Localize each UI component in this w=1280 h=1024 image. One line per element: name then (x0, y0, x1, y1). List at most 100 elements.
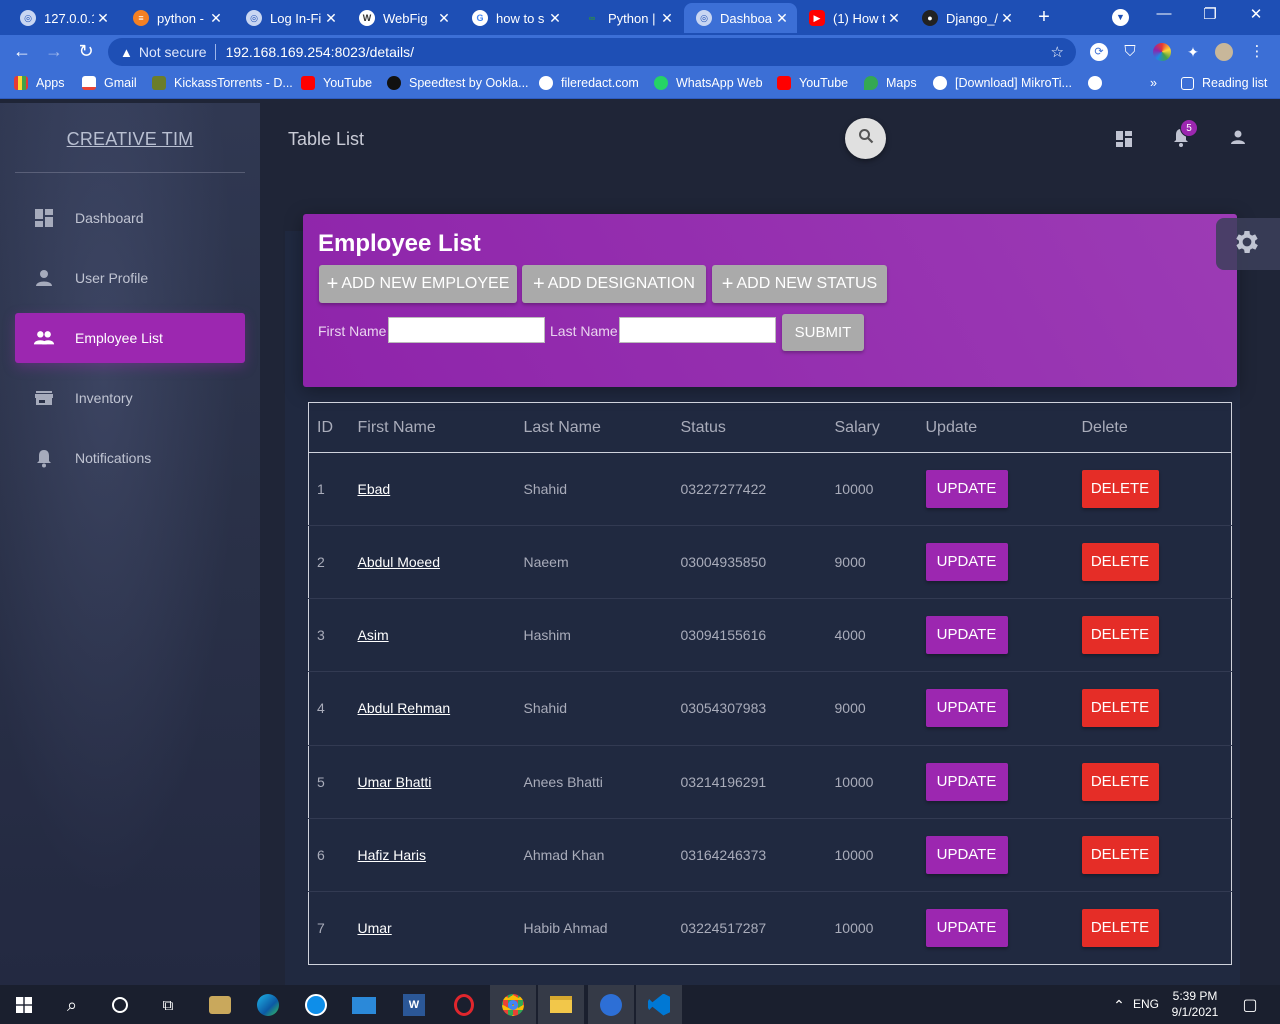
tab-search-icon[interactable]: ▼ (1112, 9, 1129, 26)
address-bar[interactable]: ▲ Not secure 192.168.169.254:8023/detail… (108, 38, 1076, 66)
employee-name-link[interactable]: Abdul Moeed (358, 554, 441, 570)
first-name-input[interactable] (388, 317, 545, 343)
reload-icon[interactable]: ↻ (75, 41, 97, 62)
bookmark-fileredact[interactable]: fileredact.com (539, 76, 639, 90)
bookmark-kickass[interactable]: KickassTorrents - D... (152, 76, 293, 90)
close-icon[interactable]: ✕ (658, 10, 676, 27)
update-button[interactable]: UPDATE (925, 543, 1008, 582)
bookmark-youtube[interactable]: YouTube (301, 76, 372, 90)
teamviewer-icon[interactable] (301, 990, 331, 1020)
add-designation-button[interactable]: + ADD DESIGNATION (522, 265, 706, 303)
employee-name-link[interactable]: Ebad (358, 481, 391, 497)
bookmark-apps[interactable]: Apps (14, 76, 65, 90)
bookmark-youtube-2[interactable]: YouTube (777, 76, 848, 90)
close-icon[interactable]: ✕ (207, 10, 225, 27)
extensions-puzzle-icon[interactable]: ✦ (1184, 43, 1202, 61)
update-button[interactable]: UPDATE (925, 835, 1008, 874)
sidebar-item-notifications[interactable]: Notifications (15, 433, 245, 483)
profile-sync-icon[interactable]: ⟳ (1090, 43, 1108, 61)
browser-tab[interactable]: ∞ Python | ✕ (572, 3, 682, 33)
add-new-status-button[interactable]: + ADD NEW STATUS (712, 265, 887, 303)
employee-name-link[interactable]: Umar Bhatti (358, 774, 432, 790)
add-new-employee-button[interactable]: + ADD NEW EMPLOYEE (319, 265, 517, 303)
browser-tab[interactable]: ● Django_/✕ (910, 3, 1022, 33)
person-icon[interactable] (1230, 129, 1246, 150)
delete-button[interactable]: DELETE (1081, 689, 1159, 728)
close-icon[interactable]: ✕ (435, 10, 453, 27)
reading-list-button[interactable]: Reading list (1181, 76, 1267, 90)
delete-button[interactable]: DELETE (1081, 762, 1159, 801)
menu-kebab-icon[interactable]: ⋮ (1248, 43, 1266, 61)
window-close-icon[interactable]: ✕ (1246, 5, 1266, 23)
sidebar-item-dashboard[interactable]: Dashboard (15, 193, 245, 243)
back-icon[interactable]: ← (11, 41, 33, 62)
dashboard-icon[interactable] (1116, 131, 1132, 152)
close-icon[interactable]: ✕ (546, 10, 564, 27)
update-button[interactable]: UPDATE (925, 470, 1008, 509)
restore-icon[interactable]: ❐ (1200, 5, 1220, 23)
browser-tab[interactable]: ▶ (1) How t ✕ (797, 3, 909, 33)
employee-name-link[interactable]: Hafiz Haris (358, 847, 426, 863)
browser-tab[interactable]: ≡ python - ✕ (121, 3, 231, 33)
employee-name-link[interactable]: Asim (358, 627, 389, 643)
close-icon[interactable]: ✕ (322, 10, 340, 27)
edge-icon[interactable] (253, 990, 283, 1020)
bookmark-speedtest[interactable]: Speedtest by Ookla... (387, 76, 529, 90)
browser-tab[interactable]: ◎ Log In-Fi ✕ (234, 3, 346, 33)
opera-icon[interactable] (449, 990, 479, 1020)
word-icon[interactable]: W (399, 990, 429, 1020)
more-bookmarks-button[interactable]: » (1150, 76, 1157, 90)
task-view-icon[interactable]: ⧉ (153, 990, 183, 1020)
close-icon[interactable]: ✕ (94, 10, 112, 27)
bookmark-star-icon[interactable]: ☆ (1051, 43, 1064, 61)
update-button[interactable]: UPDATE (925, 908, 1008, 947)
bookmark-maps[interactable]: Maps (864, 76, 917, 90)
update-button[interactable]: UPDATE (925, 689, 1008, 728)
language-indicator[interactable]: ENG (1133, 997, 1159, 1011)
windows-start-icon[interactable] (9, 990, 39, 1020)
sidebar-item-user-profile[interactable]: User Profile (15, 253, 245, 303)
forward-icon[interactable]: → (43, 41, 65, 62)
file-explorer-icon[interactable] (538, 985, 584, 1024)
delete-button[interactable]: DELETE (1081, 835, 1159, 874)
bookmark-extra[interactable] (1088, 76, 1102, 90)
vscode-icon[interactable] (636, 985, 682, 1024)
shield-icon[interactable]: ⛉ (1121, 43, 1139, 61)
last-name-input[interactable] (619, 317, 776, 343)
employee-name-link[interactable]: Umar (358, 920, 392, 936)
avatar[interactable] (1215, 43, 1233, 61)
color-picker-icon[interactable] (1153, 43, 1171, 61)
delete-button[interactable]: DELETE (1081, 908, 1159, 947)
chevron-up-icon[interactable]: ⌃ (1104, 990, 1134, 1020)
notification-center-icon[interactable]: ▢ (1235, 990, 1265, 1020)
bookmark-whatsapp[interactable]: WhatsApp Web (654, 76, 763, 90)
bookmark-mikrotik[interactable]: [Download] MikroTi... (933, 76, 1072, 90)
search-button[interactable] (845, 118, 886, 159)
not-secure-label[interactable]: Not secure (139, 44, 207, 60)
employee-name-link[interactable]: Abdul Rehman (358, 700, 451, 716)
mail-icon[interactable] (349, 990, 379, 1020)
delete-button[interactable]: DELETE (1081, 616, 1159, 655)
sidebar-item-inventory[interactable]: Inventory (15, 373, 245, 423)
bookmark-gmail[interactable]: Gmail (82, 76, 137, 90)
delete-button[interactable]: DELETE (1081, 543, 1159, 582)
globe-app-icon[interactable] (588, 985, 634, 1024)
minimize-icon[interactable]: — (1154, 5, 1174, 22)
url-text[interactable]: 192.168.169.254:8023/details/ (226, 44, 414, 60)
update-button[interactable]: UPDATE (925, 762, 1008, 801)
new-tab-button[interactable]: + (1034, 6, 1054, 29)
sidebar-item-employee-list[interactable]: Employee List (15, 313, 245, 363)
browser-tab[interactable]: W WebFig ✕ (347, 3, 459, 33)
close-icon[interactable]: ✕ (885, 10, 903, 27)
close-icon[interactable]: ✕ (998, 10, 1016, 27)
update-button[interactable]: UPDATE (925, 616, 1008, 655)
submit-button[interactable]: SUBMIT (782, 314, 864, 351)
browser-tab-active[interactable]: ◎ Dashboa ✕ (684, 3, 797, 33)
system-clock[interactable]: 5:39 PM 9/1/2021 (1162, 988, 1228, 1020)
cortana-icon[interactable] (105, 990, 135, 1020)
delete-button[interactable]: DELETE (1081, 470, 1159, 509)
browser-tab[interactable]: Ghow to s ✕ (460, 3, 570, 33)
brand-logo[interactable]: CREATIVE TIM (0, 129, 260, 150)
chrome-icon[interactable] (490, 985, 536, 1024)
search-icon[interactable]: ⌕ (57, 990, 87, 1020)
